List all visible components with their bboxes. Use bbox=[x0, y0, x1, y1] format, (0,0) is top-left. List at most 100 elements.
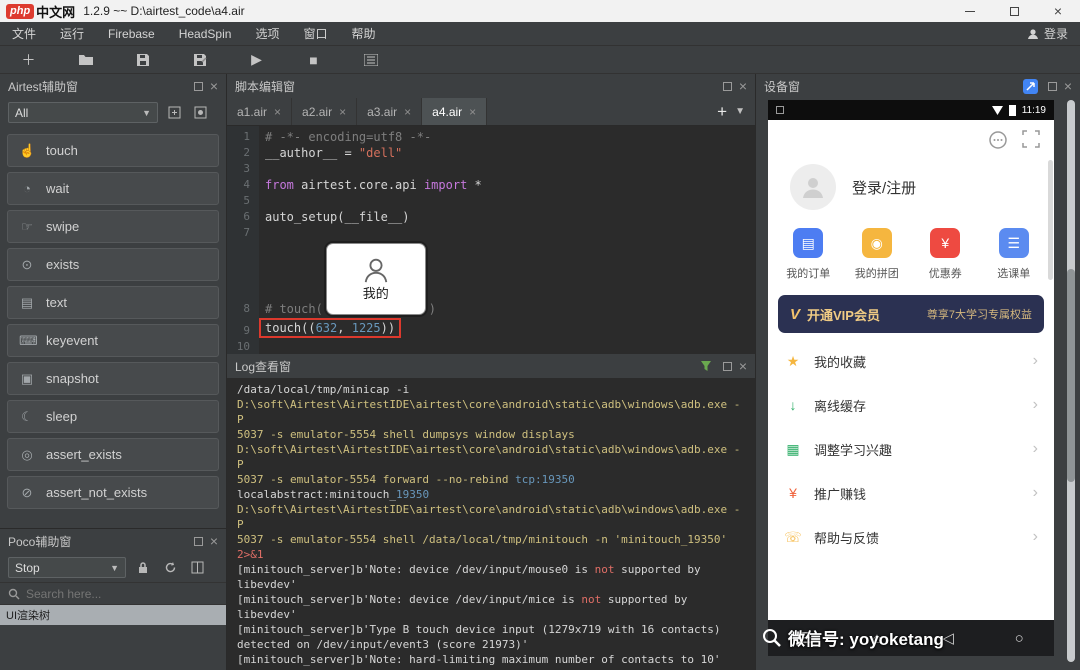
chevron-down-icon: ▼ bbox=[110, 563, 119, 573]
profile-row[interactable]: 登录/注册 bbox=[768, 152, 1054, 218]
code-line[interactable]: 6auto_setup(__file__) bbox=[227, 209, 755, 225]
user-icon bbox=[1027, 28, 1039, 40]
quick-action-优惠券[interactable]: ¥优惠券 bbox=[911, 228, 980, 281]
airtest-item-keyevent[interactable]: ⌨keyevent bbox=[7, 324, 219, 357]
quick-action-我的拼团[interactable]: ◉我的拼团 bbox=[843, 228, 912, 281]
airtest-item-assert_not_exists[interactable]: ⊘assert_not_exists bbox=[7, 476, 219, 509]
record-icon[interactable] bbox=[190, 103, 210, 123]
save-as-button[interactable] bbox=[171, 46, 228, 73]
menu-item-窗口[interactable]: 窗口 bbox=[291, 22, 339, 45]
code-line[interactable]: 4from airtest.core.api import * bbox=[227, 177, 755, 193]
airtest-item-wait[interactable]: ◔wait bbox=[7, 172, 219, 205]
stop-script-button[interactable]: ■ bbox=[285, 46, 342, 73]
fullscreen-icon[interactable] bbox=[1022, 130, 1040, 148]
quick-action-选课单[interactable]: ☰选课单 bbox=[980, 228, 1049, 281]
layout-panels-icon[interactable] bbox=[187, 558, 207, 578]
maximize-button[interactable] bbox=[992, 0, 1036, 22]
device-menu-离线缓存[interactable]: ↓离线缓存› bbox=[768, 383, 1054, 427]
lock-icon[interactable] bbox=[133, 558, 153, 578]
tab-list-dropdown-icon[interactable]: ▼ bbox=[735, 98, 755, 125]
status-time: 11:19 bbox=[1022, 105, 1046, 116]
new-script-button[interactable]: ＋ bbox=[0, 46, 57, 73]
menu-item-HeadSpin[interactable]: HeadSpin bbox=[167, 22, 244, 45]
menu-item-运行[interactable]: 运行 bbox=[48, 22, 96, 45]
code-line[interactable]: 1# -*- encoding=utf8 -*- bbox=[227, 129, 755, 145]
login-register-label[interactable]: 登录/注册 bbox=[852, 177, 916, 198]
float-panel-icon[interactable] bbox=[723, 82, 732, 91]
log-filter-icon[interactable] bbox=[696, 356, 716, 376]
float-panel-icon[interactable] bbox=[194, 82, 203, 91]
ui-tree-header[interactable]: UI渲染树 bbox=[0, 605, 226, 625]
menu-icon[interactable]: ☰ bbox=[798, 629, 811, 647]
home-icon[interactable]: ⌂ bbox=[873, 630, 882, 647]
minimize-button[interactable] bbox=[948, 0, 992, 22]
code-line[interactable]: 3 bbox=[227, 161, 755, 177]
close-panel-icon[interactable]: × bbox=[739, 79, 747, 93]
code-line[interactable]: 2__author__ = "dell" bbox=[227, 145, 755, 161]
device-menu-我的收藏[interactable]: ★我的收藏› bbox=[768, 339, 1054, 383]
close-button[interactable]: × bbox=[1036, 0, 1080, 22]
airtest-item-exists[interactable]: ⊙exists bbox=[7, 248, 219, 281]
quick-action-我的订单[interactable]: ▤我的订单 bbox=[774, 228, 843, 281]
device-menu-帮助与反馈[interactable]: ☏帮助与反馈› bbox=[768, 515, 1054, 559]
tab-a3.air[interactable]: a3.air× bbox=[357, 98, 422, 125]
float-panel-icon[interactable] bbox=[723, 362, 732, 371]
close-panel-icon[interactable]: × bbox=[739, 359, 747, 373]
app-scrollbar[interactable] bbox=[1048, 160, 1053, 280]
tab-a4.air[interactable]: a4.air× bbox=[422, 98, 487, 125]
tab-close-icon[interactable]: × bbox=[274, 105, 281, 119]
airtest-item-swipe[interactable]: ☞swipe bbox=[7, 210, 219, 243]
quick-actions-row: ▤我的订单◉我的拼团¥优惠券☰选课单 bbox=[768, 218, 1054, 293]
poco-mode-dropdown[interactable]: Stop ▼ bbox=[8, 557, 126, 578]
device-menu-调整学习兴趣[interactable]: ▦调整学习兴趣› bbox=[768, 427, 1054, 471]
menu-item-Firebase[interactable]: Firebase bbox=[96, 22, 167, 45]
scrollbar-thumb[interactable] bbox=[1067, 269, 1075, 483]
close-panel-icon[interactable]: × bbox=[210, 79, 218, 93]
code-image-thumbnail[interactable]: 我的 bbox=[326, 243, 426, 315]
search-input[interactable] bbox=[26, 587, 218, 601]
device-screen[interactable]: 11:19 登录/注册 ▤我的订单◉我的拼团¥优惠券☰选课单 bbox=[768, 100, 1054, 656]
tab-close-icon[interactable]: × bbox=[404, 105, 411, 119]
save-button[interactable] bbox=[114, 46, 171, 73]
run-script-button[interactable]: ▶ bbox=[228, 46, 285, 73]
code-line[interactable]: 5 bbox=[227, 193, 755, 209]
customer-service-icon[interactable] bbox=[988, 130, 1008, 150]
menu-item-帮助[interactable]: 帮助 bbox=[339, 22, 387, 45]
login-button[interactable]: 登录 bbox=[1015, 25, 1080, 42]
tab-close-icon[interactable]: × bbox=[339, 105, 346, 119]
float-panel-icon[interactable] bbox=[194, 537, 203, 546]
main-area: Airtest辅助窗 × All ▼ bbox=[0, 74, 1080, 670]
airtest-item-sleep[interactable]: ☾sleep bbox=[7, 400, 219, 433]
airtest-item-touch[interactable]: ☝touch bbox=[7, 134, 219, 167]
add-tab-button[interactable]: + bbox=[709, 98, 735, 125]
float-panel-icon[interactable] bbox=[1048, 82, 1057, 91]
airtest-item-text[interactable]: ▤text bbox=[7, 286, 219, 319]
log-view-button[interactable] bbox=[342, 46, 399, 73]
tab-close-icon[interactable]: × bbox=[469, 105, 476, 119]
close-panel-icon[interactable]: × bbox=[1064, 79, 1072, 93]
airtest-item-assert_exists[interactable]: ◎assert_exists bbox=[7, 438, 219, 471]
code-line[interactable]: 10 bbox=[227, 339, 755, 354]
back-icon[interactable]: ◁ bbox=[942, 629, 954, 647]
tab-a2.air[interactable]: a2.air× bbox=[292, 98, 357, 125]
open-script-button[interactable] bbox=[57, 46, 114, 73]
power-icon[interactable]: ○ bbox=[1015, 630, 1024, 647]
log-line: 5037 -s emulator-5554 shell /data/local/… bbox=[237, 532, 745, 562]
airtest-filter-dropdown[interactable]: All ▼ bbox=[8, 102, 158, 123]
menu-item-选项[interactable]: 选项 bbox=[243, 22, 291, 45]
airtest-item-snapshot[interactable]: ▣snapshot bbox=[7, 362, 219, 395]
menu-item-文件[interactable]: 文件 bbox=[0, 22, 48, 45]
insert-node-icon[interactable] bbox=[164, 103, 184, 123]
refresh-icon[interactable] bbox=[160, 558, 180, 578]
close-panel-icon[interactable]: × bbox=[210, 534, 218, 548]
device-panel-scrollbar[interactable] bbox=[1067, 100, 1075, 662]
code-line[interactable]: 9touch((632, 1225)) bbox=[227, 317, 755, 339]
tab-a1.air[interactable]: a1.air× bbox=[227, 98, 292, 125]
device-cast-icon[interactable] bbox=[1021, 76, 1041, 96]
device-menu-推广赚钱[interactable]: ¥推广赚钱› bbox=[768, 471, 1054, 515]
code-line[interactable]: 7 bbox=[227, 225, 755, 241]
vip-banner[interactable]: V 开通VIP会员 尊享7大学习专属权益 bbox=[778, 295, 1044, 333]
code-line[interactable]: 8# touch(我的) bbox=[227, 241, 755, 317]
code-line-text: from airtest.core.api import * bbox=[259, 177, 482, 193]
code-editor[interactable]: 1# -*- encoding=utf8 -*-2__author__ = "d… bbox=[227, 126, 755, 354]
